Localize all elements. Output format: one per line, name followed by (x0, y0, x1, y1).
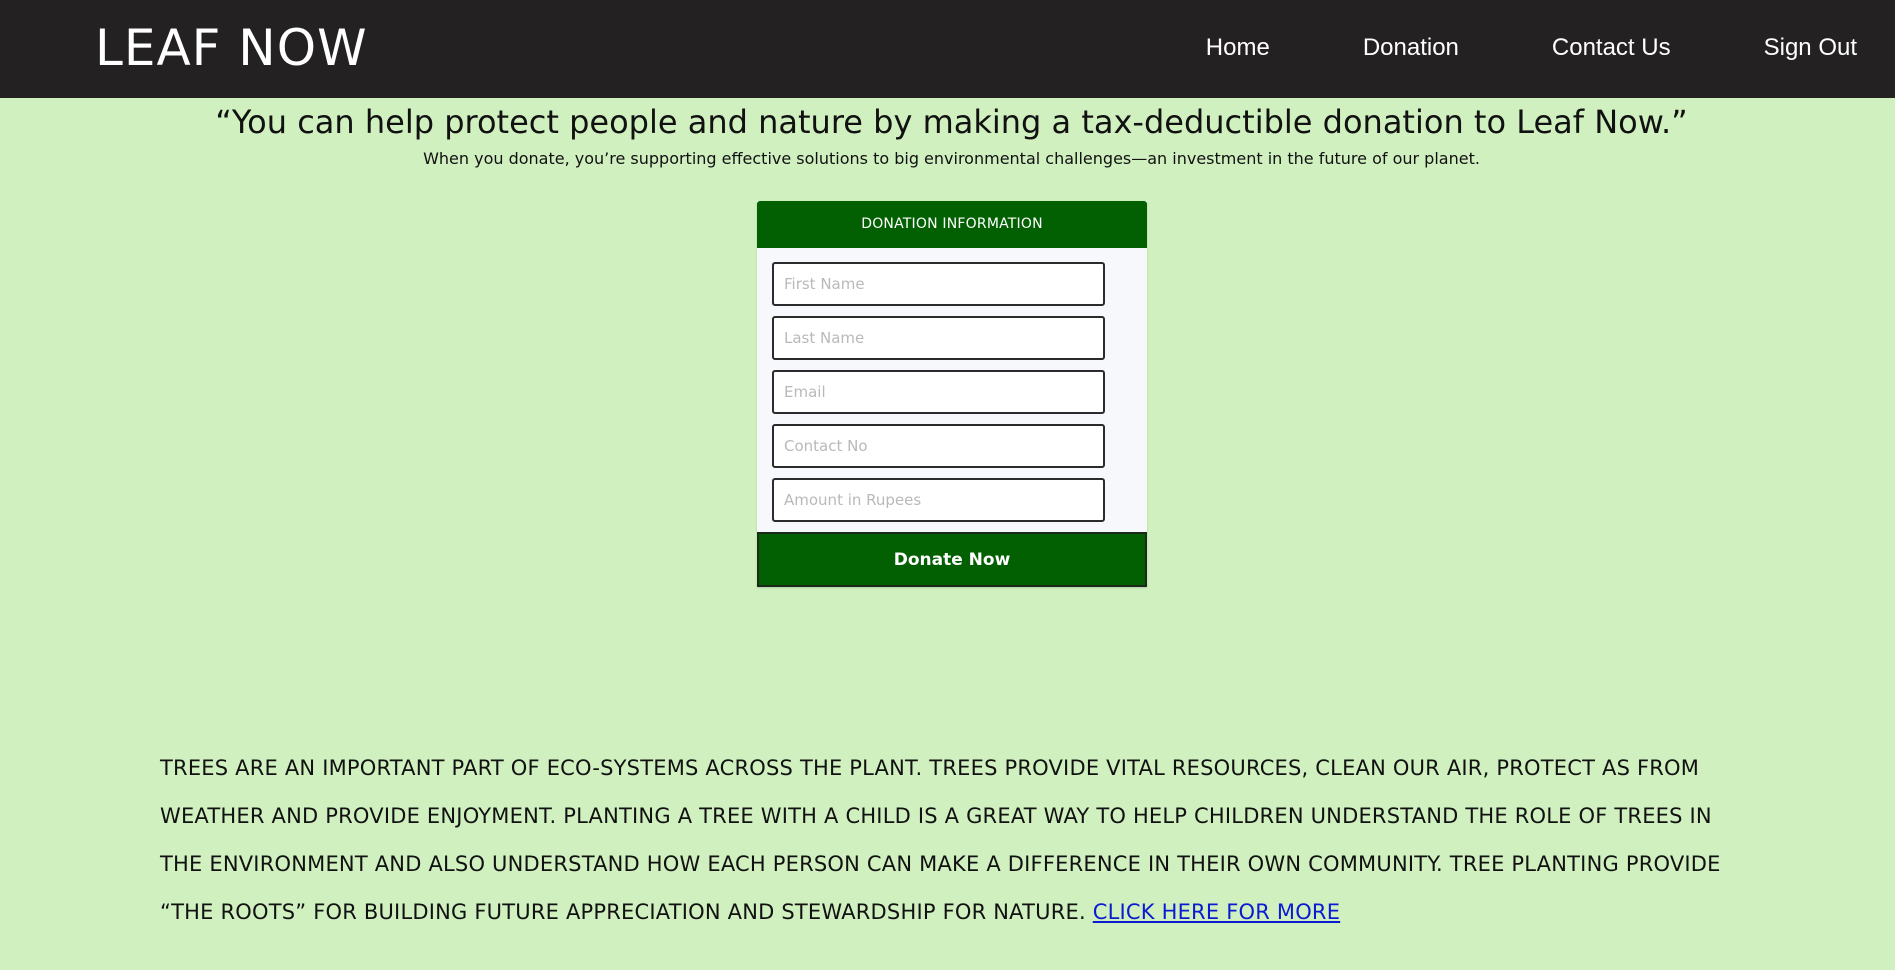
donation-form-fields (757, 248, 1147, 522)
donation-form: DONATION INFORMATION Donate Now (757, 201, 1147, 587)
last-name-input[interactable] (772, 316, 1105, 360)
site-logo[interactable]: LEAF NOW (95, 18, 368, 78)
hero-quote: “You can help protect people and nature … (215, 103, 1688, 141)
nav-home-link[interactable]: Home (1206, 30, 1270, 66)
email-input[interactable] (772, 370, 1105, 414)
click-here-for-more-link[interactable]: CLICK HERE FOR MORE (1093, 900, 1340, 924)
nav-sign-out-link[interactable]: Sign Out (1764, 30, 1857, 66)
nav-donation-link[interactable]: Donation (1363, 30, 1459, 66)
amount-input[interactable] (772, 478, 1105, 522)
nav-contact-us-link[interactable]: Contact Us (1552, 30, 1671, 66)
main-nav: Home Donation Contact Us Sign Out (1206, 30, 1857, 66)
trees-info-paragraph: TREES ARE AN IMPORTANT PART OF ECO-SYSTE… (160, 744, 1760, 936)
trees-info-text: TREES ARE AN IMPORTANT PART OF ECO-SYSTE… (160, 756, 1721, 924)
first-name-input[interactable] (772, 262, 1105, 306)
contact-no-input[interactable] (772, 424, 1105, 468)
donate-now-button[interactable]: Donate Now (757, 532, 1147, 587)
donation-form-title: DONATION INFORMATION (757, 201, 1147, 248)
top-navbar: LEAF NOW Home Donation Contact Us Sign O… (0, 0, 1895, 98)
hero-subtext: When you donate, you’re supporting effec… (423, 149, 1480, 168)
